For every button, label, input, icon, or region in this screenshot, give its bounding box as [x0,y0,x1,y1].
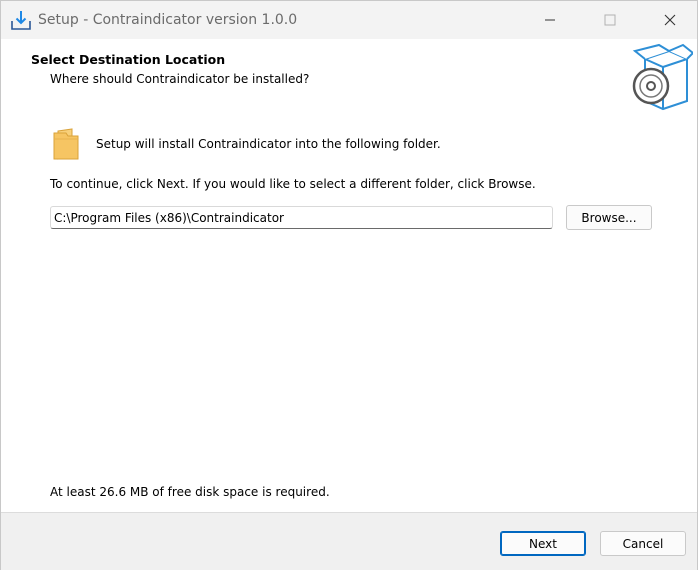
box-disc-icon [629,41,695,111]
next-button[interactable]: Next [500,531,586,556]
disk-space-text: At least 26.6 MB of free disk space is r… [50,485,330,499]
maximize-icon [604,14,616,26]
wizard-footer [1,512,697,570]
setup-window: Setup - Contraindicator version 1.0.0 Se… [0,0,698,570]
minimize-icon [545,19,555,21]
page-subtitle: Where should Contraindicator be installe… [50,72,310,86]
folder-icon [52,127,80,161]
browse-button[interactable]: Browse... [566,205,652,230]
window-title: Setup - Contraindicator version 1.0.0 [38,12,298,28]
maximize-button[interactable] [587,1,633,39]
continue-instructions: To continue, click Next. If you would li… [50,177,536,191]
wizard-header: Select Destination Location Where should… [1,39,697,113]
destination-path-input[interactable] [50,206,553,229]
install-info-text: Setup will install Contraindicator into … [96,137,441,151]
cancel-button[interactable]: Cancel [600,531,686,556]
installer-download-icon [10,9,32,31]
close-button[interactable] [647,1,693,39]
page-title: Select Destination Location [31,52,226,67]
title-bar[interactable]: Setup - Contraindicator version 1.0.0 [1,1,697,39]
minimize-button[interactable] [527,1,573,39]
close-icon [664,14,676,26]
